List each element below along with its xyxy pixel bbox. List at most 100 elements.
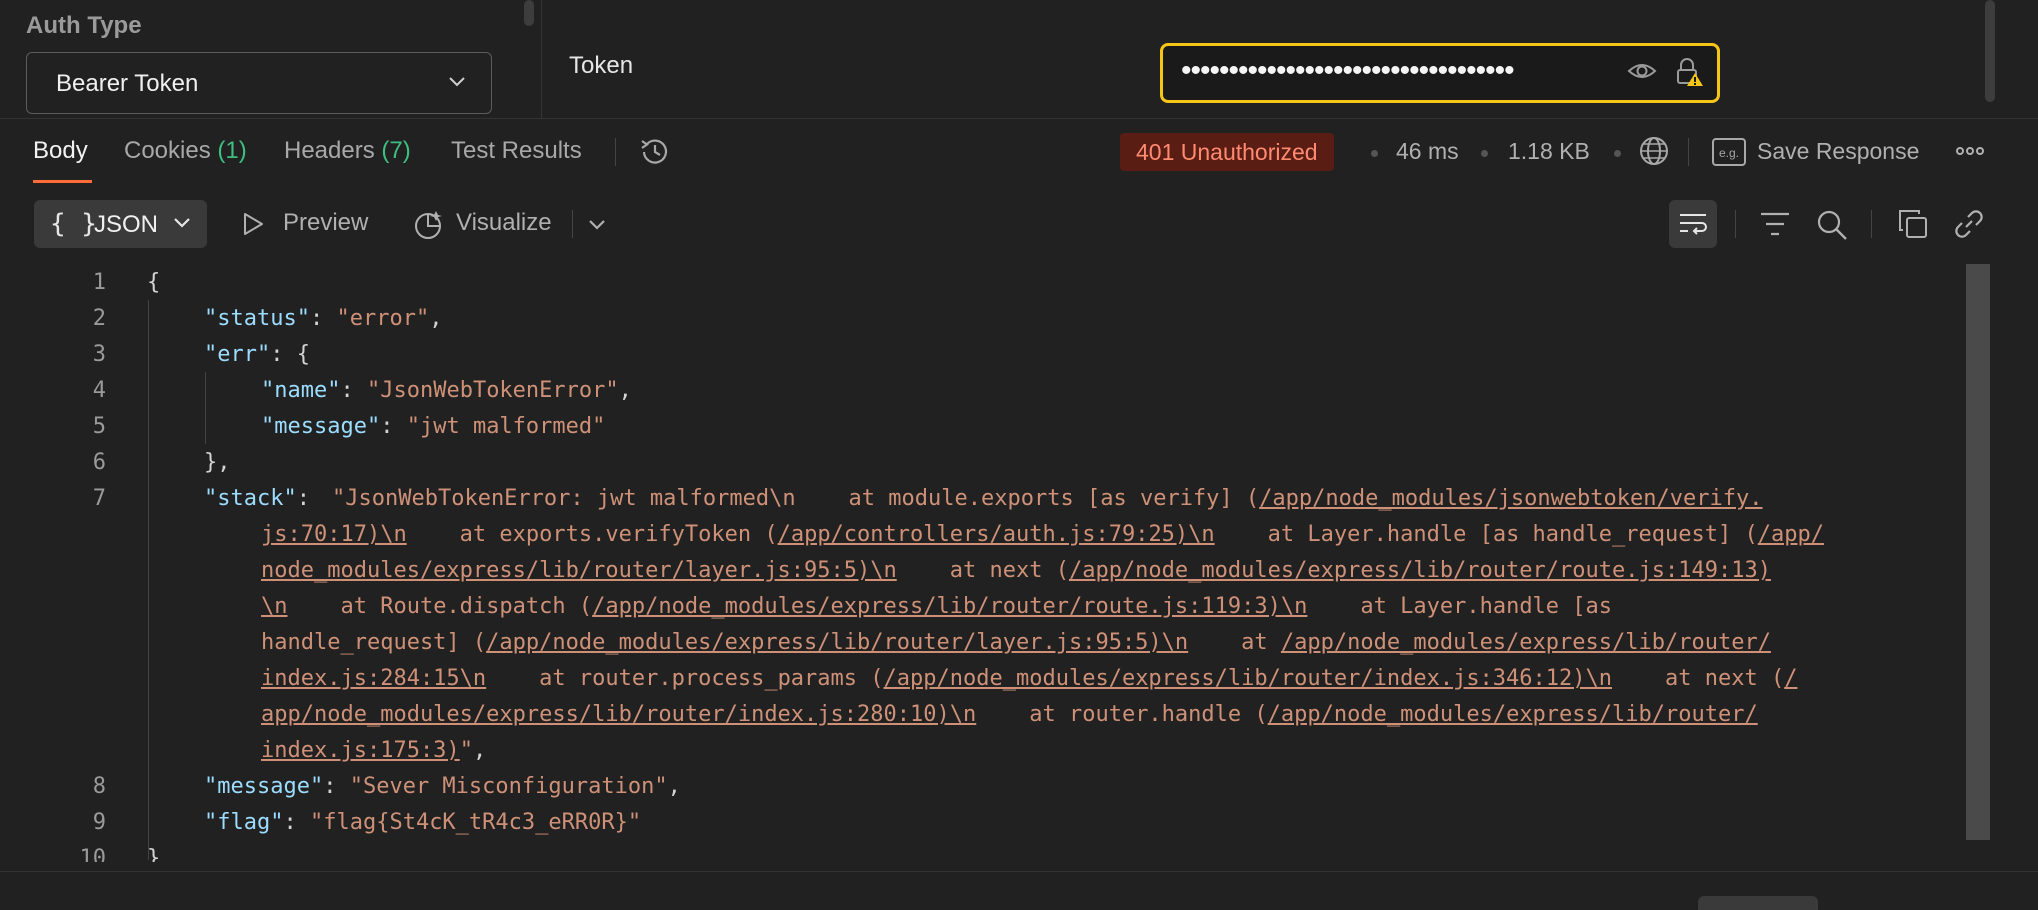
wrap-lines-icon <box>1678 210 1708 243</box>
example-icon[interactable]: e.g. <box>1712 138 1746 171</box>
tab-body[interactable]: Body <box>33 137 88 165</box>
line-number: 10 <box>79 846 107 862</box>
line-number: 4 <box>92 378 106 403</box>
stack-trace-path-link[interactable]: /app/controllers/auth.js:79:25)\n <box>778 522 1215 547</box>
line-number: 1 <box>92 270 106 295</box>
auth-panel: Auth Type Bearer Token Token •••••••••••… <box>0 0 2038 119</box>
line-number: 8 <box>92 774 106 799</box>
stack-trace-path-link[interactable]: index.js:175:3) <box>261 738 460 763</box>
toolbar-divider <box>572 210 573 238</box>
code-line: } <box>147 846 160 862</box>
stack-trace-path-link[interactable]: /app/node_modules/jsonwebtoken/verify. <box>1259 486 1762 511</box>
search-icon[interactable] <box>1815 208 1849 247</box>
visualize-icon[interactable] <box>412 208 446 247</box>
chevron-down-icon <box>172 216 192 235</box>
globe-icon[interactable] <box>1637 134 1671 173</box>
stack-trace-text: at Route.dispatch ( <box>287 594 593 619</box>
json-punct: { <box>147 270 161 295</box>
more-icon[interactable] <box>1955 144 1985 163</box>
lock-warning-icon[interactable] <box>1673 56 1705 93</box>
visualize-button[interactable]: Visualize <box>456 209 552 237</box>
auth-type-select[interactable]: Bearer Token <box>26 52 492 114</box>
indent-guide <box>205 372 206 444</box>
stack-trace-text: " <box>459 738 473 763</box>
json-key: "flag" <box>204 810 284 835</box>
json-string: "error" <box>336 306 430 331</box>
save-response-button[interactable]: Save Response <box>1757 138 1919 165</box>
stack-trace-text: "JsonWebTokenError: jwt malformed\n at m… <box>332 486 1260 511</box>
tab-cookies-label: Cookies <box>124 137 211 164</box>
response-time[interactable]: 46 ms <box>1396 138 1459 165</box>
json-string: "Sever Misconfiguration" <box>349 774 668 799</box>
response-body-editor[interactable]: 1 2 3 4 5 6 7 8 9 10 { "status": "error"… <box>0 264 1970 862</box>
auth-right-scrollbar[interactable] <box>1985 0 1995 102</box>
chevron-down-icon[interactable] <box>587 218 607 237</box>
code-line: "message": "Sever Misconfiguration", <box>204 774 681 799</box>
status-badge[interactable]: 401 Unauthorized <box>1120 133 1334 171</box>
eye-icon[interactable] <box>1627 59 1657 88</box>
stack-trace-path-link[interactable]: /app/node_modules/express/lib/router/rou… <box>1069 558 1771 583</box>
toolbar-divider <box>1735 210 1736 238</box>
tab-divider <box>615 138 616 166</box>
tab-test-results[interactable]: Test Results <box>451 137 582 165</box>
stack-trace-path-link[interactable]: \n <box>261 594 288 619</box>
stack-trace-path-link[interactable]: /app/node_modules/express/lib/router/ <box>1268 702 1758 727</box>
json-punct: } <box>147 846 161 862</box>
stack-trace-path-link[interactable]: index.js:284:15\n <box>261 666 486 691</box>
tab-headers-count: (7) <box>381 137 411 164</box>
line-number: 6 <box>92 450 106 475</box>
tab-body-label: Body <box>33 137 88 164</box>
stack-trace-text: at router.process_params ( <box>486 666 884 691</box>
tab-headers-label: Headers <box>284 137 375 164</box>
token-label: Token <box>569 52 634 79</box>
meta-separator <box>1614 150 1621 157</box>
link-icon[interactable] <box>1953 208 1985 245</box>
stack-trace-line: index.js:175:3)", <box>261 738 486 763</box>
response-size[interactable]: 1.18 KB <box>1508 138 1590 165</box>
json-punct: }, <box>204 450 231 475</box>
stack-trace-path-link[interactable]: node_modules/express/lib/router/layer.js… <box>261 558 897 583</box>
chevron-down-icon <box>447 75 467 94</box>
stack-trace-text: at router.handle ( <box>976 702 1268 727</box>
wrap-lines-button[interactable] <box>1669 200 1717 248</box>
editor-scrollbar[interactable] <box>1966 264 1990 840</box>
json-key: "stack" <box>204 486 297 511</box>
auth-scrollbar[interactable] <box>524 0 534 26</box>
stack-trace-path-link[interactable]: /app/node_modules/express/lib/router/ <box>1281 630 1771 655</box>
code-line: "stack": <box>204 486 324 511</box>
line-number: 5 <box>92 414 106 439</box>
code-line: "err": { <box>204 342 310 367</box>
stack-trace-path-link[interactable]: / <box>1784 666 1797 691</box>
token-masked-value: ••••••••••••••••••••••••••••••••••• <box>1181 54 1515 87</box>
filter-icon[interactable] <box>1759 210 1791 243</box>
auth-type-value: Bearer Token <box>56 70 199 97</box>
stack-trace-line: "JsonWebTokenError: jwt malformed\n at m… <box>332 486 1763 511</box>
stack-trace-path-link[interactable]: /app/node_modules/express/lib/router/lay… <box>486 630 1188 655</box>
line-number: 2 <box>92 306 106 331</box>
code-line: }, <box>204 450 231 475</box>
stack-trace-path-link[interactable]: /app/node_modules/express/lib/router/ind… <box>884 666 1612 691</box>
json-key: "message" <box>204 774 324 799</box>
stack-trace-path-link[interactable]: /app/node_modules/express/lib/router/rou… <box>592 594 1307 619</box>
stack-trace-path-link[interactable]: /app/ <box>1758 522 1824 547</box>
stack-trace-path-link[interactable]: js:70:17)\n <box>261 522 407 547</box>
tab-headers[interactable]: Headers (7) <box>284 137 411 165</box>
code-line: "flag": "flag{St4cK_tR4c3_eRR0R}" <box>204 810 642 835</box>
json-key: "name" <box>261 378 341 403</box>
json-string: "jwt malformed" <box>406 414 606 439</box>
play-icon[interactable] <box>240 211 266 242</box>
example-icon-text: e.g. <box>1719 146 1739 160</box>
copy-icon[interactable] <box>1897 208 1929 245</box>
stack-trace-text: handle_request] ( <box>261 630 487 655</box>
tab-cookies[interactable]: Cookies (1) <box>124 137 247 165</box>
stack-trace-path-link[interactable]: app/node_modules/express/lib/router/inde… <box>261 702 976 727</box>
meta-separator <box>1481 150 1488 157</box>
code-line: "message": "jwt malformed" <box>261 414 606 439</box>
json-string: "JsonWebTokenError" <box>366 378 619 403</box>
auth-type-label: Auth Type <box>26 12 142 39</box>
format-select[interactable]: { } JSON <box>34 200 207 248</box>
token-input[interactable]: ••••••••••••••••••••••••••••••••••• <box>1160 43 1720 103</box>
history-icon[interactable] <box>638 135 672 174</box>
preview-button[interactable]: Preview <box>283 209 368 237</box>
json-key: "err" <box>204 342 271 367</box>
